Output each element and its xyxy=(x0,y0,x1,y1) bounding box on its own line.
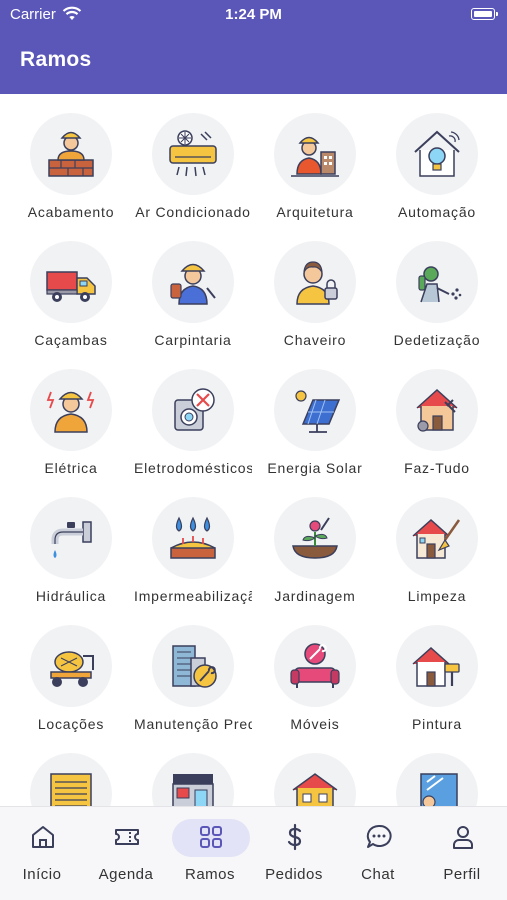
category-jardinagem[interactable]: Jardinagem xyxy=(254,478,376,604)
category-manutencao-predial[interactable]: Manutenção Predial xyxy=(132,606,254,732)
dollar-icon xyxy=(287,823,302,851)
dump-truck-icon xyxy=(30,241,112,323)
category-dedetizacao[interactable]: Dedetização xyxy=(376,222,498,348)
garage-door-icon xyxy=(30,753,112,806)
air-conditioner-icon xyxy=(152,113,234,195)
tab-label: Ramos xyxy=(184,866,235,883)
solar-panel-icon xyxy=(274,369,356,451)
category-label: Locações xyxy=(37,716,105,732)
category-automacao[interactable]: Automação xyxy=(376,94,498,220)
category-label: Caçambas xyxy=(34,332,108,348)
category-label: Manutenção Predial xyxy=(134,716,252,732)
category-acabamento[interactable]: Acabamento xyxy=(10,94,132,220)
page-title: Ramos xyxy=(20,48,92,71)
sofa-repair-icon xyxy=(274,625,356,707)
tab-label: Perfil xyxy=(443,866,481,883)
category-eletrica[interactable]: Elétrica xyxy=(10,350,132,476)
faucet-icon xyxy=(30,497,112,579)
worker-bricks-icon xyxy=(30,113,112,195)
appliance-repair-icon xyxy=(152,369,234,451)
tab-chat[interactable]: Chat xyxy=(336,807,420,900)
tab-pedidos[interactable]: Pedidos xyxy=(252,807,336,900)
ticket-icon xyxy=(115,829,139,845)
building-maintenance-icon xyxy=(152,625,234,707)
category-limpeza[interactable]: Limpeza xyxy=(376,478,498,604)
person-icon xyxy=(453,826,473,849)
locksmith-icon xyxy=(274,241,356,323)
tab-label: Início xyxy=(22,866,62,883)
category-impermeabilizacao[interactable]: Impermeabilização xyxy=(132,478,254,604)
tab-perfil[interactable]: Perfil xyxy=(420,807,504,900)
category-carpintaria[interactable]: Carpintaria xyxy=(132,222,254,348)
pest-control-icon xyxy=(396,241,478,323)
status-bar: Carrier 1:24 PM xyxy=(0,0,507,30)
battery-icon xyxy=(471,8,498,20)
category-cacambas[interactable]: Caçambas xyxy=(10,222,132,348)
electrician-icon xyxy=(30,369,112,451)
category-label: Acabamento xyxy=(27,204,115,220)
cleaning-house-icon xyxy=(396,497,478,579)
clock: 1:24 PM xyxy=(225,6,282,23)
category-hidraulica[interactable]: Hidráulica xyxy=(10,478,132,604)
category-faz-tudo[interactable]: Faz-Tudo xyxy=(376,350,498,476)
waterproofing-icon xyxy=(152,497,234,579)
tab-label: Chat xyxy=(361,866,395,883)
handyman-house-icon xyxy=(396,369,478,451)
category-item[interactable] xyxy=(10,734,132,806)
category-label: Ar Condicionado xyxy=(135,204,251,220)
category-item[interactable] xyxy=(132,734,254,806)
category-locacoes[interactable]: Locações xyxy=(10,606,132,732)
category-label: Elétrica xyxy=(44,460,98,476)
category-label: Arquitetura xyxy=(276,204,354,220)
app-header: Ramos xyxy=(0,30,507,94)
category-item[interactable] xyxy=(376,734,498,806)
category-label: Hidráulica xyxy=(35,588,107,604)
bottom-tab-bar: Início Agenda Ramos Pedidos Chat Perfil xyxy=(0,806,507,900)
category-moveis[interactable]: Móveis xyxy=(254,606,376,732)
category-pintura[interactable]: Pintura xyxy=(376,606,498,732)
smart-home-icon xyxy=(396,113,478,195)
tab-inicio[interactable]: Início xyxy=(0,807,84,900)
cement-mixer-icon xyxy=(30,625,112,707)
category-label: Pintura xyxy=(412,716,462,732)
home-icon xyxy=(32,826,54,848)
gardening-icon xyxy=(274,497,356,579)
category-label: Faz-Tudo xyxy=(404,460,470,476)
category-energia-solar[interactable]: Energia Solar xyxy=(254,350,376,476)
architect-icon xyxy=(274,113,356,195)
category-label: Eletrodomésticos xyxy=(134,460,252,476)
house-inspection-icon xyxy=(274,753,356,806)
category-label: Impermeabilização xyxy=(134,588,252,604)
category-chaveiro[interactable]: Chaveiro xyxy=(254,222,376,348)
carpenter-icon xyxy=(152,241,234,323)
storefront-icon xyxy=(152,753,234,806)
category-item[interactable] xyxy=(254,734,376,806)
category-eletrodomesticos[interactable]: Eletrodomésticos xyxy=(132,350,254,476)
glass-cleaning-icon xyxy=(396,753,478,806)
category-ar-condicionado[interactable]: Ar Condicionado xyxy=(132,94,254,220)
tab-label: Agenda xyxy=(98,866,154,883)
category-label: Automação xyxy=(397,204,477,220)
category-label: Carpintaria xyxy=(154,332,232,348)
tab-label: Pedidos xyxy=(265,866,323,883)
grid-icon xyxy=(200,826,222,848)
category-label: Móveis xyxy=(290,716,340,732)
category-arquitetura[interactable]: Arquitetura xyxy=(254,94,376,220)
category-label: Energia Solar xyxy=(267,460,363,476)
tab-agenda[interactable]: Agenda xyxy=(84,807,168,900)
tab-ramos[interactable]: Ramos xyxy=(168,807,252,900)
paint-house-icon xyxy=(396,625,478,707)
chat-bubble-icon xyxy=(366,824,392,848)
category-label: Limpeza xyxy=(407,588,467,604)
category-label: Jardinagem xyxy=(274,588,356,604)
category-label: Chaveiro xyxy=(283,332,347,348)
category-label: Dedetização xyxy=(393,332,481,348)
categories-grid[interactable]: Acabamento Ar Condicionado Arquitetura A… xyxy=(0,94,507,806)
